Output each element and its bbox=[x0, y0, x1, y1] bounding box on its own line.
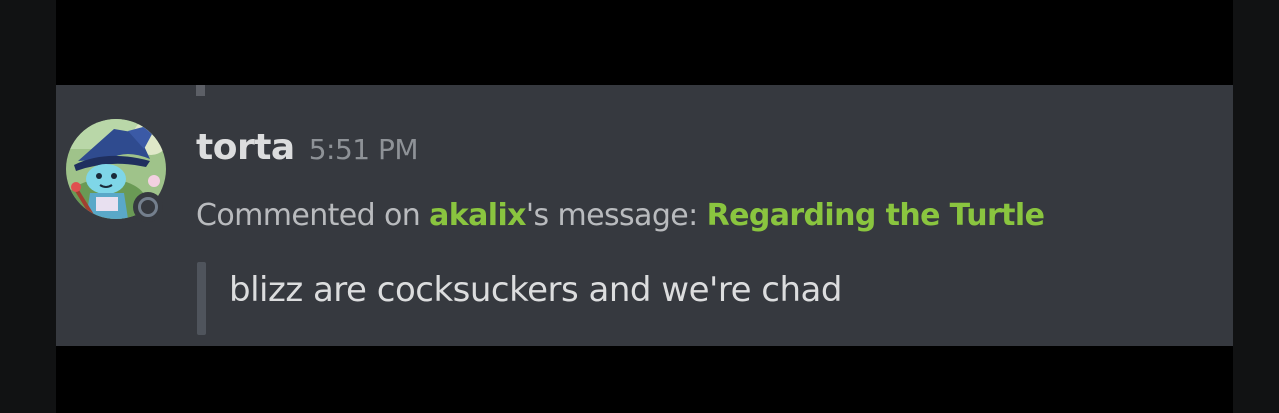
message-header: torta 5:51 PM bbox=[196, 127, 419, 168]
quote-bar bbox=[197, 262, 206, 335]
referenced-message-link[interactable]: Regarding the Turtle bbox=[707, 198, 1045, 233]
status-indicator bbox=[133, 192, 163, 222]
comment-middle: 's message: bbox=[525, 198, 707, 233]
message-timestamp[interactable]: 5:51 PM bbox=[309, 133, 419, 166]
comment-prefix: Commented on bbox=[196, 198, 430, 233]
chat-message[interactable]: torta 5:51 PM Commented on akalix's messa… bbox=[56, 85, 1233, 346]
comment-reference: Commented on akalix's message: Regarding… bbox=[196, 198, 1045, 233]
author-username[interactable]: torta bbox=[196, 127, 295, 168]
screenshot-frame: torta 5:51 PM Commented on akalix's messa… bbox=[0, 0, 1279, 413]
quoted-message-text: blizz are cocksuckers and we're chad bbox=[229, 270, 842, 310]
left-margin bbox=[0, 0, 56, 413]
referenced-user-link[interactable]: akalix bbox=[429, 198, 526, 233]
right-margin bbox=[1233, 0, 1279, 413]
thread-connector bbox=[196, 85, 205, 96]
offline-status-icon bbox=[138, 197, 158, 217]
